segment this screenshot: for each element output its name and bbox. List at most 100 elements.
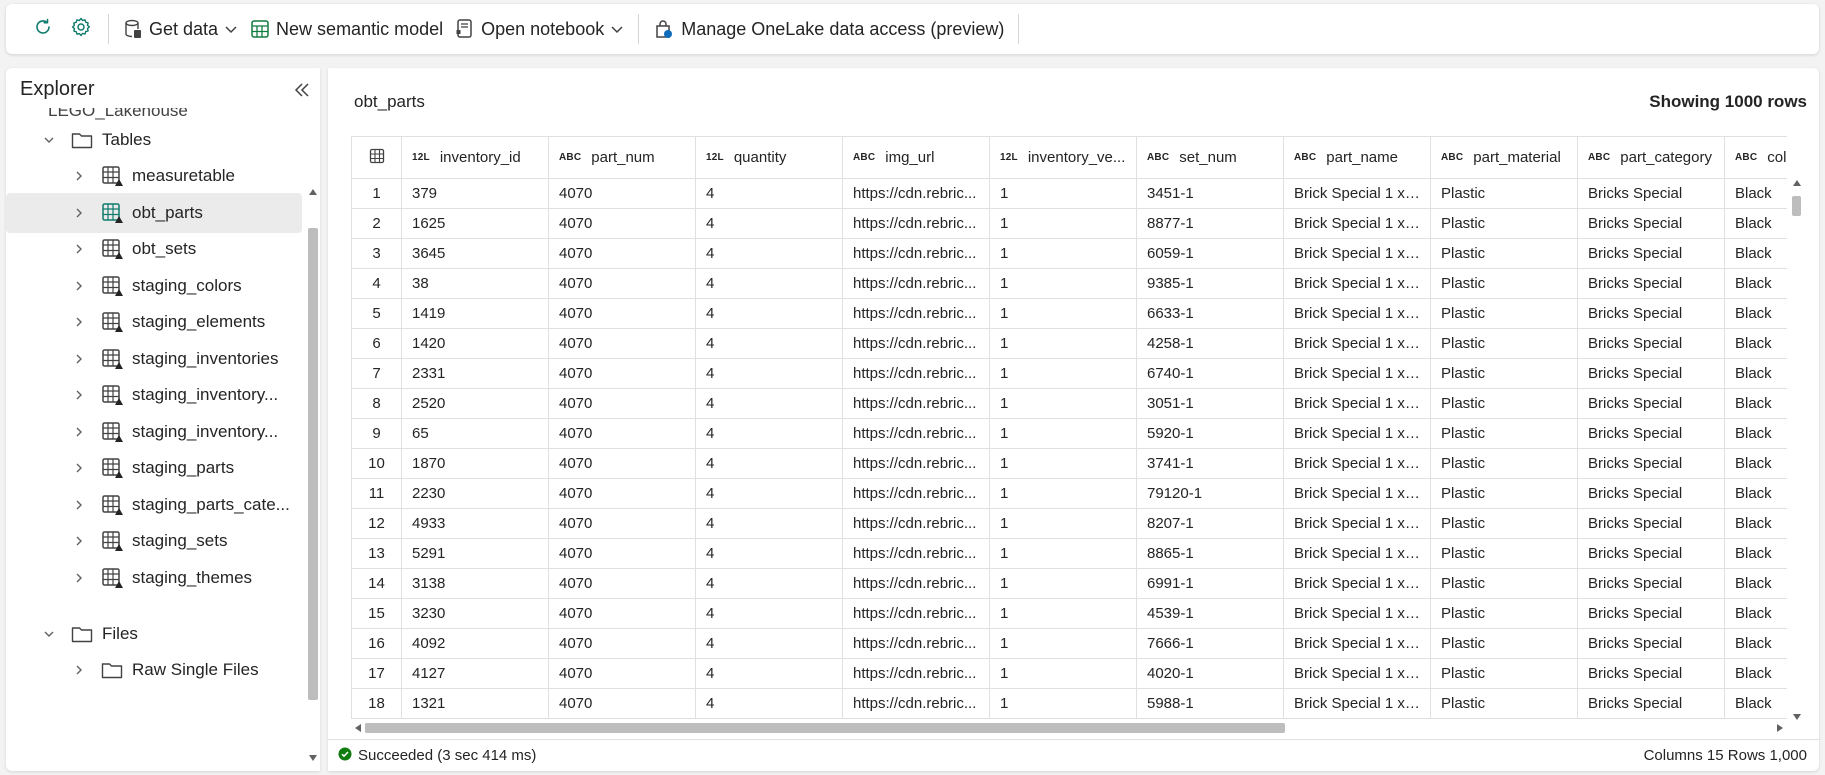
tree-item-table[interactable]: staging_themes: [72, 558, 252, 598]
table-row[interactable]: 6 1420 4070 4 https://cdn.rebric... 1 4258-1 Br…: [351, 328, 1787, 359]
table-cell[interactable]: Brick Special 1 x ...: [1283, 508, 1431, 539]
table-cell[interactable]: 4070: [548, 328, 696, 359]
table-cell[interactable]: Brick Special 1 x ...: [1283, 418, 1431, 449]
column-header[interactable]: ABC part_material: [1430, 136, 1578, 179]
table-cell[interactable]: Black: [1724, 478, 1787, 509]
table-cell[interactable]: Brick Special 1 x ...: [1283, 268, 1431, 299]
table-cell[interactable]: 1: [989, 598, 1137, 629]
table-cell[interactable]: 1: [989, 208, 1137, 239]
row-number[interactable]: 1: [351, 178, 402, 209]
table-cell[interactable]: Plastic: [1430, 508, 1578, 539]
table-cell[interactable]: Bricks Special: [1577, 658, 1725, 689]
table-cell[interactable]: Plastic: [1430, 388, 1578, 419]
table-row[interactable]: 1 379 4070 4 https://cdn.rebric... 1 3451-1 Bri…: [351, 178, 1787, 209]
scroll-right-icon[interactable]: [1775, 723, 1785, 733]
tree-item-table[interactable]: staging_inventory...: [72, 412, 278, 452]
table-cell[interactable]: Bricks Special: [1577, 388, 1725, 419]
tree-item-table[interactable]: staging_sets: [72, 521, 227, 561]
table-cell[interactable]: https://cdn.rebric...: [842, 658, 990, 689]
table-cell[interactable]: 6059-1: [1136, 238, 1284, 269]
table-row[interactable]: 5 1419 4070 4 https://cdn.rebric... 1 6633-1 Br…: [351, 298, 1787, 329]
row-number[interactable]: 17: [351, 658, 402, 689]
row-number[interactable]: 10: [351, 448, 402, 479]
table-cell[interactable]: https://cdn.rebric...: [842, 568, 990, 599]
row-number[interactable]: 9: [351, 418, 402, 449]
table-cell[interactable]: Plastic: [1430, 568, 1578, 599]
table-cell[interactable]: Bricks Special: [1577, 478, 1725, 509]
table-cell[interactable]: 1: [989, 358, 1137, 389]
row-number[interactable]: 14: [351, 568, 402, 599]
table-cell[interactable]: 4: [695, 238, 843, 269]
tree-item-table[interactable]: staging_elements: [72, 302, 265, 342]
table-cell[interactable]: Brick Special 1 x ...: [1283, 178, 1431, 209]
column-header[interactable]: ABC part_name: [1283, 136, 1431, 179]
table-cell[interactable]: Plastic: [1430, 688, 1578, 719]
table-cell[interactable]: Plastic: [1430, 178, 1578, 209]
row-number[interactable]: 3: [351, 238, 402, 269]
table-cell[interactable]: 65: [401, 418, 549, 449]
table-cell[interactable]: Black: [1724, 328, 1787, 359]
table-cell[interactable]: Brick Special 1 x ...: [1283, 598, 1431, 629]
row-number[interactable]: 4: [351, 268, 402, 299]
table-cell[interactable]: Brick Special 1 x ...: [1283, 328, 1431, 359]
new-semantic-model-button[interactable]: New semantic model: [244, 10, 449, 48]
table-cell[interactable]: 4: [695, 328, 843, 359]
tree-item-files[interactable]: Files: [42, 614, 138, 654]
table-cell[interactable]: Brick Special 1 x ...: [1283, 208, 1431, 239]
table-cell[interactable]: Plastic: [1430, 598, 1578, 629]
table-cell[interactable]: 1: [989, 538, 1137, 569]
manage-onelake-button[interactable]: Manage OneLake data access (preview): [647, 10, 1010, 48]
table-cell[interactable]: 4070: [548, 178, 696, 209]
tree-item-tables[interactable]: Tables: [42, 120, 151, 160]
table-cell[interactable]: Black: [1724, 178, 1787, 209]
open-notebook-button[interactable]: Open notebook: [449, 10, 630, 48]
column-header[interactable]: 12L inventory_id: [401, 136, 549, 179]
table-cell[interactable]: 4070: [548, 688, 696, 719]
select-all-cell[interactable]: [351, 136, 402, 179]
table-cell[interactable]: Black: [1724, 208, 1787, 239]
table-cell[interactable]: 1: [989, 178, 1137, 209]
table-cell[interactable]: Brick Special 1 x ...: [1283, 298, 1431, 329]
table-cell[interactable]: Brick Special 1 x ...: [1283, 388, 1431, 419]
table-cell[interactable]: 4070: [548, 478, 696, 509]
table-cell[interactable]: 7666-1: [1136, 628, 1284, 659]
table-cell[interactable]: 4127: [401, 658, 549, 689]
table-cell[interactable]: Brick Special 1 x ...: [1283, 538, 1431, 569]
table-cell[interactable]: Plastic: [1430, 478, 1578, 509]
table-cell[interactable]: 1419: [401, 298, 549, 329]
table-cell[interactable]: 4: [695, 478, 843, 509]
table-row[interactable]: 9 65 4070 4 https://cdn.rebric... 1 5920-1 Bric…: [351, 418, 1787, 449]
table-cell[interactable]: Bricks Special: [1577, 178, 1725, 209]
table-cell[interactable]: 1: [989, 478, 1137, 509]
column-header[interactable]: 12L quantity: [695, 136, 843, 179]
table-cell[interactable]: Bricks Special: [1577, 328, 1725, 359]
table-cell[interactable]: 4: [695, 448, 843, 479]
table-row[interactable]: 4 38 4070 4 https://cdn.rebric... 1 9385-1 Bric…: [351, 268, 1787, 299]
table-cell[interactable]: https://cdn.rebric...: [842, 178, 990, 209]
table-cell[interactable]: 1: [989, 268, 1137, 299]
grid-horizontal-scrollbar[interactable]: [351, 720, 1787, 736]
table-cell[interactable]: 4: [695, 358, 843, 389]
table-cell[interactable]: 2230: [401, 478, 549, 509]
table-row[interactable]: 17 4127 4070 4 https://cdn.rebric... 1 4020-1 B…: [351, 658, 1787, 689]
table-cell[interactable]: 9385-1: [1136, 268, 1284, 299]
table-cell[interactable]: https://cdn.rebric...: [842, 268, 990, 299]
table-cell[interactable]: 4: [695, 598, 843, 629]
table-cell[interactable]: Bricks Special: [1577, 688, 1725, 719]
table-cell[interactable]: Plastic: [1430, 658, 1578, 689]
table-cell[interactable]: 1: [989, 388, 1137, 419]
column-header[interactable]: 12L inventory_ve...: [989, 136, 1137, 179]
table-cell[interactable]: Plastic: [1430, 238, 1578, 269]
column-header[interactable]: ABC colo: [1724, 136, 1787, 179]
table-cell[interactable]: 4: [695, 508, 843, 539]
table-cell[interactable]: Black: [1724, 508, 1787, 539]
table-cell[interactable]: 2331: [401, 358, 549, 389]
table-cell[interactable]: 1: [989, 508, 1137, 539]
table-cell[interactable]: 6740-1: [1136, 358, 1284, 389]
table-cell[interactable]: Black: [1724, 628, 1787, 659]
tree-item-table[interactable]: obt_sets: [72, 229, 196, 269]
table-cell[interactable]: 4092: [401, 628, 549, 659]
get-data-button[interactable]: Get data: [117, 10, 244, 48]
table-cell[interactable]: https://cdn.rebric...: [842, 628, 990, 659]
tree-item-raw-single-files[interactable]: Raw Single Files: [72, 650, 259, 690]
